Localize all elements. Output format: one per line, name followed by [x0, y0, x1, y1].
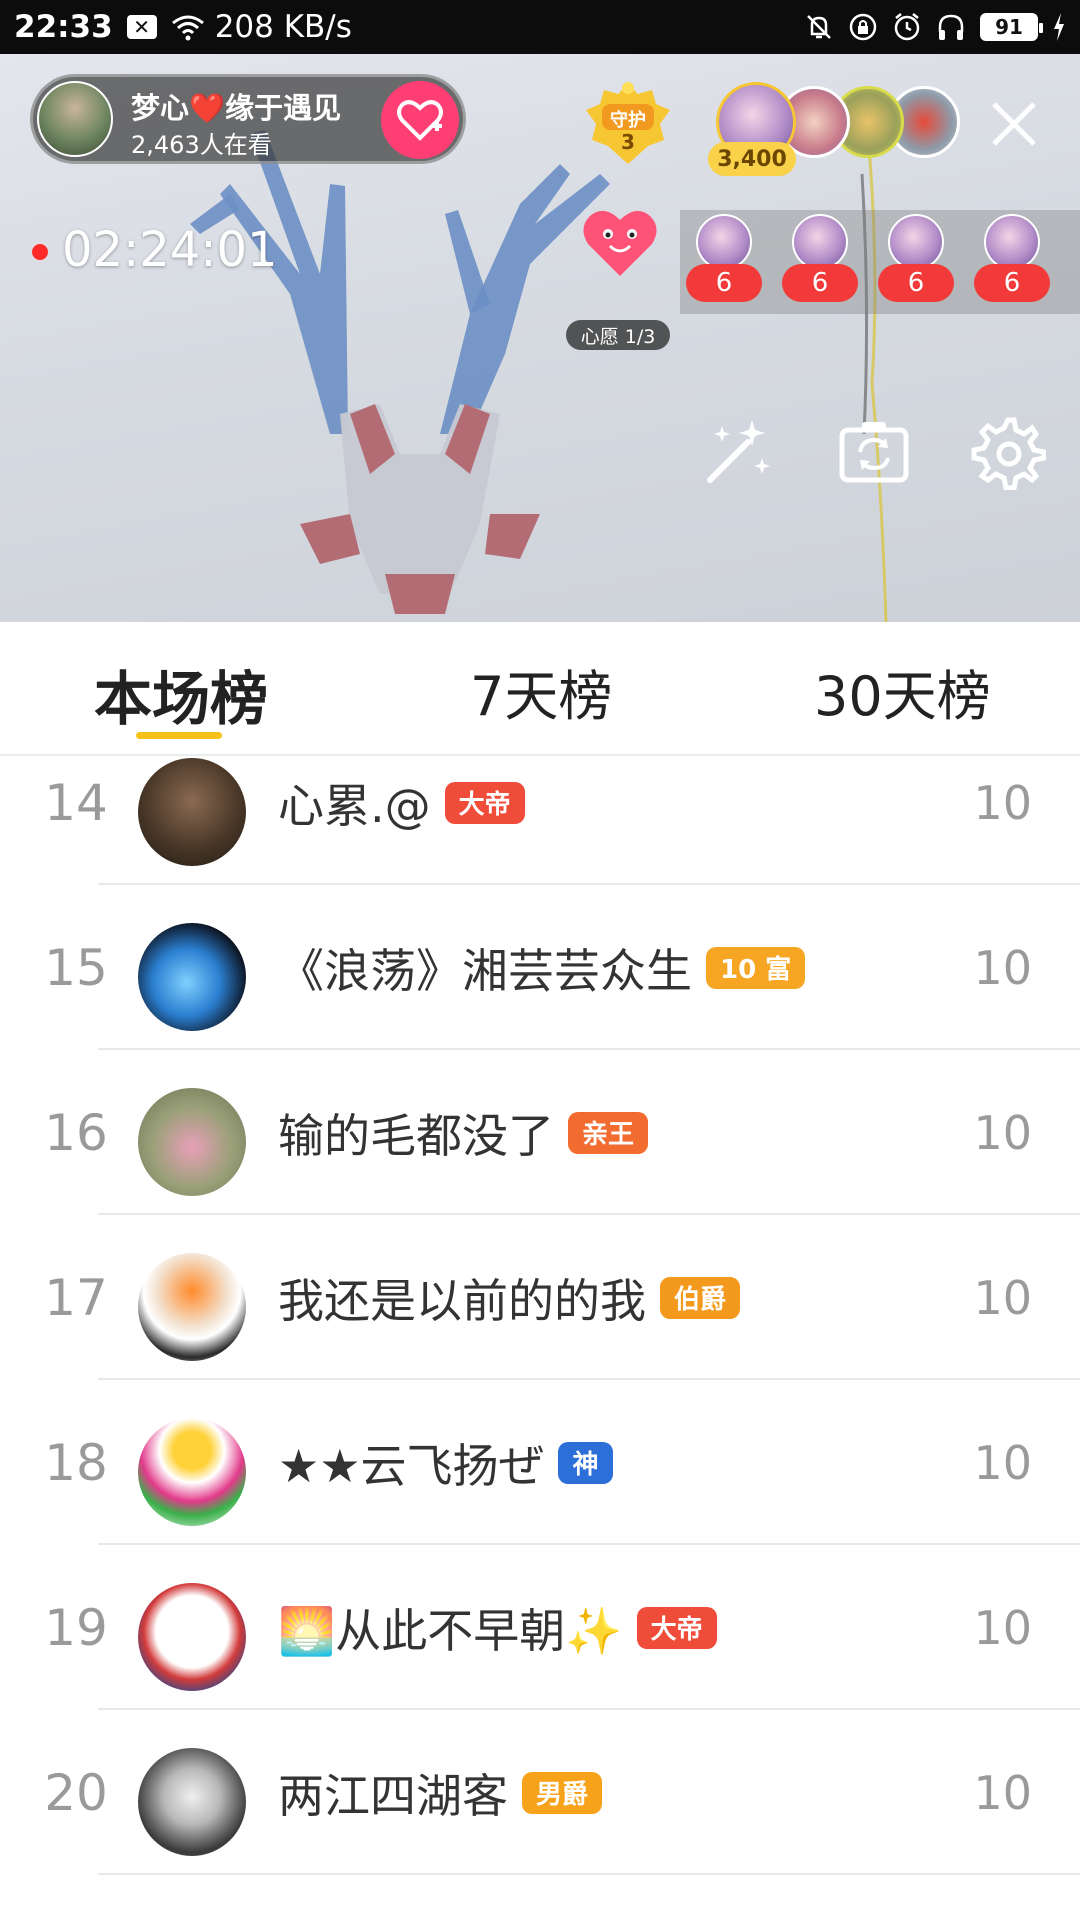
user-score: 10	[973, 1600, 1032, 1655]
row-divider	[98, 1873, 1080, 1875]
ranking-row[interactable]: 16 输的毛都没了 亲王 10	[0, 1050, 1080, 1215]
user-avatar[interactable]	[138, 1253, 246, 1361]
ranking-row[interactable]: 19 🌅从此不早朝✨ 大帝 10	[0, 1545, 1080, 1710]
live-duration: 02:24:01	[62, 222, 278, 278]
ranking-row[interactable]: 18 ★★云飞扬ぜ 神 10	[0, 1380, 1080, 1545]
user-score: 10	[973, 940, 1032, 995]
guard-label: 守护	[610, 110, 646, 131]
rank-badge: 大帝	[444, 781, 525, 824]
user-score: 10	[973, 1105, 1032, 1160]
magic-wand-icon[interactable]	[700, 414, 776, 490]
user-name-line: 输的毛都没了 亲王	[278, 1050, 649, 1215]
ranking-row[interactable]: 20 两江四湖客 男爵 10	[0, 1710, 1080, 1875]
smiling-heart-icon	[583, 210, 657, 276]
user-score: 10	[973, 1765, 1032, 1820]
fan-avatar	[888, 214, 944, 270]
viewer-count: 2,463人在看	[131, 131, 272, 159]
anchor-name: 梦心❤️缘于遇见	[131, 91, 342, 125]
user-name-line: 心累.@ 大帝	[278, 758, 525, 885]
user-name-line: 我还是以前的的我 伯爵	[278, 1215, 741, 1380]
user-name: 我还是以前的的我	[278, 1273, 646, 1328]
rank-number: 16	[44, 1103, 108, 1162]
fan-item[interactable]: 6	[878, 214, 954, 314]
anchor-info-pill[interactable]: 梦心❤️缘于遇见 2,463人在看	[30, 74, 466, 164]
headphones-icon	[938, 14, 964, 40]
guard-count: 3	[621, 130, 635, 154]
user-name: 《浪荡》湘芸芸众生	[278, 943, 692, 998]
user-name: 心累.@	[278, 778, 431, 833]
rank-number: 14	[44, 773, 108, 832]
fan-avatar	[792, 214, 848, 270]
rank-badge: 亲王	[568, 1111, 649, 1154]
notification-x-icon: ✕	[126, 15, 157, 39]
rank-badge: 大帝	[636, 1606, 717, 1649]
rank-number: 18	[44, 1433, 108, 1492]
ranking-row[interactable]: 15 《浪荡》湘芸芸众生 10 富 10	[0, 885, 1080, 1050]
ranking-row[interactable]: 17 我还是以前的的我 伯爵 10	[0, 1215, 1080, 1380]
user-name-line: 《浪荡》湘芸芸众生 10 富	[278, 885, 806, 1050]
wish-button[interactable]	[566, 204, 674, 302]
rank-badge: 10 富	[706, 946, 806, 989]
tab-current-session[interactable]: 本场榜	[94, 652, 268, 736]
status-bar: 22:33 ✕ 208 KB/s 91	[0, 0, 1080, 54]
user-avatar[interactable]	[138, 758, 246, 866]
rank-badge: 男爵	[522, 1771, 603, 1814]
user-score: 10	[973, 775, 1032, 830]
fan-level: 6	[878, 264, 954, 302]
rank-badge: 伯爵	[660, 1276, 741, 1319]
close-icon[interactable]	[986, 96, 1042, 152]
user-name-line: ★★云飞扬ぜ 神	[278, 1380, 613, 1545]
user-name: 输的毛都没了	[278, 1108, 554, 1163]
follow-button[interactable]	[381, 81, 459, 159]
rank-number: 15	[44, 938, 108, 997]
live-indicator-dot	[32, 244, 48, 260]
user-name-line: 两江四湖客 男爵	[278, 1710, 603, 1875]
wish-progress: 心愿 1/3	[566, 320, 670, 350]
user-avatar[interactable]	[138, 923, 246, 1031]
user-name-line: 🌅从此不早朝✨ 大帝	[278, 1545, 717, 1710]
fan-item[interactable]: 6	[974, 214, 1050, 314]
tab-7-days[interactable]: 7天榜	[470, 652, 612, 731]
ranking-list[interactable]: 14 心累.@ 大帝 10 15 《浪荡》湘芸芸众生 10 富 10 16 输的…	[0, 758, 1080, 1920]
user-avatar[interactable]	[138, 1748, 246, 1856]
anchor-avatar[interactable]	[37, 81, 113, 157]
heart-plus-icon	[397, 100, 443, 141]
fan-avatar	[984, 214, 1040, 270]
user-avatar[interactable]	[138, 1418, 246, 1526]
lock-rotation-icon	[849, 13, 877, 41]
alarm-icon	[894, 13, 920, 41]
charging-icon	[1054, 13, 1064, 41]
rank-badge: 神	[558, 1441, 613, 1484]
user-avatar[interactable]	[138, 1583, 246, 1691]
switch-camera-icon[interactable]	[836, 414, 912, 490]
user-score: 10	[973, 1435, 1032, 1490]
user-name: ★★云飞扬ぜ	[278, 1438, 545, 1493]
user-name: 两江四湖客	[278, 1768, 508, 1823]
settings-gear-icon[interactable]	[970, 414, 1046, 490]
network-speed: 208 KB/s	[214, 9, 352, 45]
wifi-icon	[171, 15, 204, 41]
fan-item[interactable]: 6	[686, 214, 762, 314]
user-avatar[interactable]	[138, 1088, 246, 1196]
rank-number: 19	[44, 1598, 108, 1657]
ranking-tabs: 本场榜 7天榜 30天榜	[0, 622, 1080, 756]
fan-level: 6	[782, 264, 858, 302]
battery-indicator: 91	[980, 13, 1043, 41]
live-video[interactable]: 梦心❤️缘于遇见 2,463人在看 守护 3 3,400 02:24:01 心愿…	[0, 54, 1080, 622]
fan-item[interactable]: 6	[782, 214, 858, 314]
fan-avatar	[696, 214, 752, 270]
tab-30-days[interactable]: 30天榜	[814, 652, 991, 731]
rank-number: 17	[44, 1268, 108, 1327]
mute-bell-icon	[807, 15, 831, 39]
fan-level: 6	[974, 264, 1050, 302]
guard-button[interactable]: 守护 3	[580, 80, 676, 166]
active-tab-indicator	[136, 732, 222, 739]
contribution-score: 3,400	[708, 142, 796, 176]
status-time: 22:33	[14, 9, 113, 45]
user-name: 🌅从此不早朝✨	[278, 1603, 623, 1658]
rank-number: 20	[44, 1763, 108, 1822]
fan-level: 6	[686, 264, 762, 302]
user-score: 10	[973, 1270, 1032, 1325]
ranking-row[interactable]: 14 心累.@ 大帝 10	[0, 758, 1080, 885]
